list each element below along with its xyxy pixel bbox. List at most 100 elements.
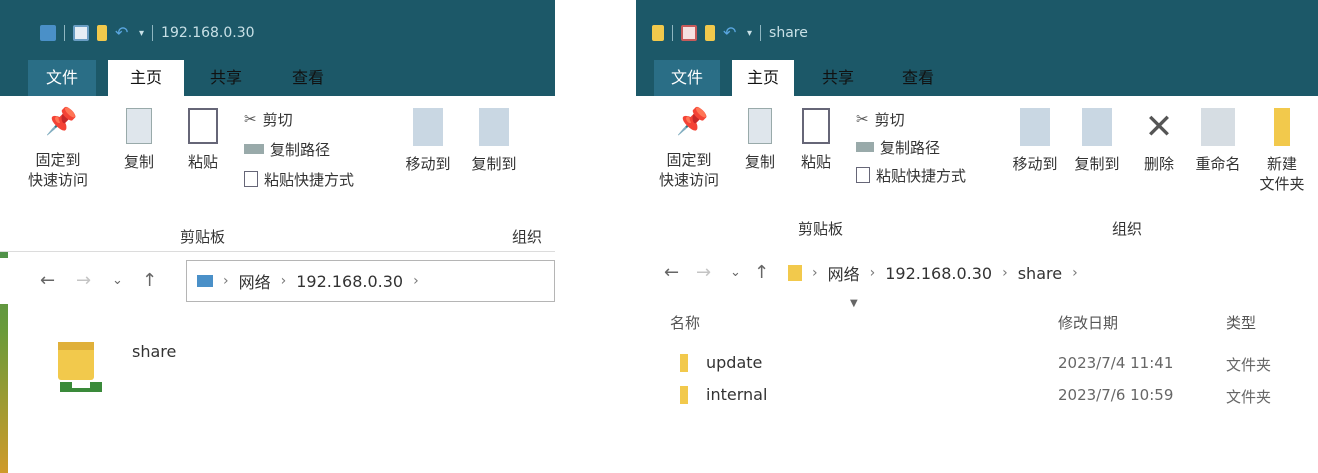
left-explorer-window: ↶ ▾ 192.168.0.30 文件 主页 共享 查看 📌 固定到 快速访问 … xyxy=(0,0,555,473)
rename-icon xyxy=(1201,108,1235,146)
divider xyxy=(555,0,636,473)
move-to-icon xyxy=(1020,108,1050,146)
new-folder-quick-icon[interactable] xyxy=(97,25,107,41)
new-folder-button[interactable]: 新建 文件夹 xyxy=(1254,108,1310,194)
network-icon xyxy=(197,275,213,287)
customize-quick-access-icon[interactable]: ▾ xyxy=(747,28,752,39)
copy-button[interactable]: 复制 xyxy=(740,108,780,172)
up-icon[interactable]: ↑ xyxy=(142,270,157,291)
tab-view[interactable]: 查看 xyxy=(278,60,338,96)
title-bar: ↶ ▾ share xyxy=(636,0,1318,60)
tab-share[interactable]: 共享 xyxy=(196,60,256,96)
cut-button[interactable]: ✂ 剪切 xyxy=(856,108,905,130)
new-folder-quick-icon[interactable] xyxy=(705,25,715,41)
copy-to-icon xyxy=(479,108,509,146)
new-folder-icon xyxy=(1274,108,1290,146)
copy-button[interactable]: 复制 xyxy=(116,108,162,172)
ribbon-tabs: 文件 主页 共享 查看 xyxy=(636,60,1318,96)
address-bar[interactable]: › 网络 › 192.168.0.30 › xyxy=(186,260,555,302)
properties-icon[interactable] xyxy=(681,25,697,41)
paste-icon xyxy=(802,108,830,144)
ribbon: 📌 固定到 快速访问 复制 粘贴 ✂ 剪切 复制路径 粘贴快捷方式 移动到 复制… xyxy=(0,96,555,252)
address-row: ← → ⌄ ↑ › 网络 › 192.168.0.30 › share › xyxy=(636,250,1318,296)
move-to-button[interactable]: 移动到 xyxy=(1006,108,1064,174)
paste-button[interactable]: 粘贴 xyxy=(180,108,226,172)
paste-shortcut-icon xyxy=(856,167,870,183)
file-row[interactable]: update 2023/7/4 11:41 文件夹 xyxy=(636,350,1318,378)
address-row: ← → ⌄ ↑ › 网络 › 192.168.0.30 › xyxy=(0,258,555,304)
scissors-icon: ✂ xyxy=(856,110,869,128)
network-share-icon xyxy=(58,342,102,392)
copy-icon xyxy=(126,108,152,144)
window-title: share xyxy=(769,25,808,41)
column-date-header[interactable]: 修改日期 xyxy=(1058,312,1118,333)
breadcrumb-item[interactable]: share xyxy=(1018,264,1062,283)
window-title: 192.168.0.30 xyxy=(161,25,255,41)
folder-icon xyxy=(680,354,688,372)
delete-button[interactable]: ✕ 删除 xyxy=(1136,108,1182,174)
file-date: 2023/7/4 11:41 xyxy=(1058,354,1174,372)
file-name: update xyxy=(706,353,763,372)
breadcrumb-item[interactable]: 192.168.0.30 xyxy=(885,264,992,283)
scissors-icon: ✂ xyxy=(244,110,257,128)
share-item[interactable]: share xyxy=(52,336,212,406)
network-icon xyxy=(40,25,56,41)
item-label: share xyxy=(132,342,177,361)
back-icon[interactable]: ← xyxy=(40,270,55,291)
address-bar[interactable]: › 网络 › 192.168.0.30 › share › xyxy=(778,252,1318,294)
breadcrumb-item[interactable]: 网络 xyxy=(828,261,860,285)
pin-icon: 📌 xyxy=(676,107,709,137)
copy-to-icon xyxy=(1082,108,1112,146)
ribbon-tabs: 文件 主页 共享 查看 xyxy=(0,60,555,96)
tab-file[interactable]: 文件 xyxy=(28,60,96,96)
ribbon: 📌 固定到 快速访问 复制 粘贴 ✂ 剪切 复制路径 粘贴快捷方式 移动到 复制… xyxy=(636,96,1318,252)
cut-button[interactable]: ✂ 剪切 xyxy=(244,108,293,130)
rename-button[interactable]: 重命名 xyxy=(1188,108,1248,174)
undo-icon[interactable]: ↶ xyxy=(723,25,739,41)
file-row[interactable]: internal 2023/7/6 10:59 文件夹 xyxy=(636,382,1318,410)
group-clipboard-label: 剪贴板 xyxy=(180,228,226,246)
pin-to-quick-access-button[interactable]: 📌 固定到 快速访问 xyxy=(656,107,722,190)
paste-shortcut-icon xyxy=(244,171,258,187)
paste-button[interactable]: 粘贴 xyxy=(796,108,836,172)
recent-locations-icon[interactable]: ⌄ xyxy=(730,265,741,280)
tab-share[interactable]: 共享 xyxy=(808,60,868,96)
forward-icon[interactable]: → xyxy=(76,270,91,291)
tab-home[interactable]: 主页 xyxy=(108,60,184,96)
undo-icon[interactable]: ↶ xyxy=(115,25,131,41)
copy-path-button[interactable]: 复制路径 xyxy=(244,138,330,160)
tab-view[interactable]: 查看 xyxy=(888,60,948,96)
column-name-header[interactable]: 名称 xyxy=(670,312,700,333)
recent-locations-icon[interactable]: ⌄ xyxy=(112,273,123,288)
customize-quick-access-icon[interactable]: ▾ xyxy=(139,28,144,39)
up-icon[interactable]: ↑ xyxy=(754,262,769,283)
forward-icon[interactable]: → xyxy=(696,262,711,283)
folder-icon xyxy=(788,265,802,281)
breadcrumb-item[interactable]: 网络 xyxy=(239,269,271,293)
copy-path-icon xyxy=(856,142,874,152)
copy-to-button[interactable]: 复制到 xyxy=(464,108,524,174)
folder-icon xyxy=(652,25,664,41)
file-name: internal xyxy=(706,385,768,404)
tab-home[interactable]: 主页 xyxy=(732,60,794,96)
sort-indicator-icon: ▼ xyxy=(850,298,858,309)
tab-file[interactable]: 文件 xyxy=(654,60,720,96)
paste-shortcut-button[interactable]: 粘贴快捷方式 xyxy=(856,164,966,186)
pin-icon: 📌 xyxy=(45,107,78,137)
paste-shortcut-button[interactable]: 粘贴快捷方式 xyxy=(244,168,354,190)
copy-path-button[interactable]: 复制路径 xyxy=(856,136,940,158)
file-date: 2023/7/6 10:59 xyxy=(1058,386,1174,404)
copy-path-icon xyxy=(244,144,264,154)
column-type-header[interactable]: 类型 xyxy=(1226,312,1256,333)
file-type: 文件夹 xyxy=(1226,356,1272,374)
breadcrumb-item[interactable]: 192.168.0.30 xyxy=(296,272,403,291)
title-bar: ↶ ▾ 192.168.0.30 xyxy=(0,0,555,60)
copy-to-button[interactable]: 复制到 xyxy=(1068,108,1126,174)
properties-icon[interactable] xyxy=(73,25,89,41)
move-to-button[interactable]: 移动到 xyxy=(398,108,458,174)
back-icon[interactable]: ← xyxy=(664,262,679,283)
pin-to-quick-access-button[interactable]: 📌 固定到 快速访问 xyxy=(24,107,92,190)
group-organize-label: 组织 xyxy=(1112,220,1143,238)
move-to-icon xyxy=(413,108,443,146)
copy-icon xyxy=(748,108,772,144)
